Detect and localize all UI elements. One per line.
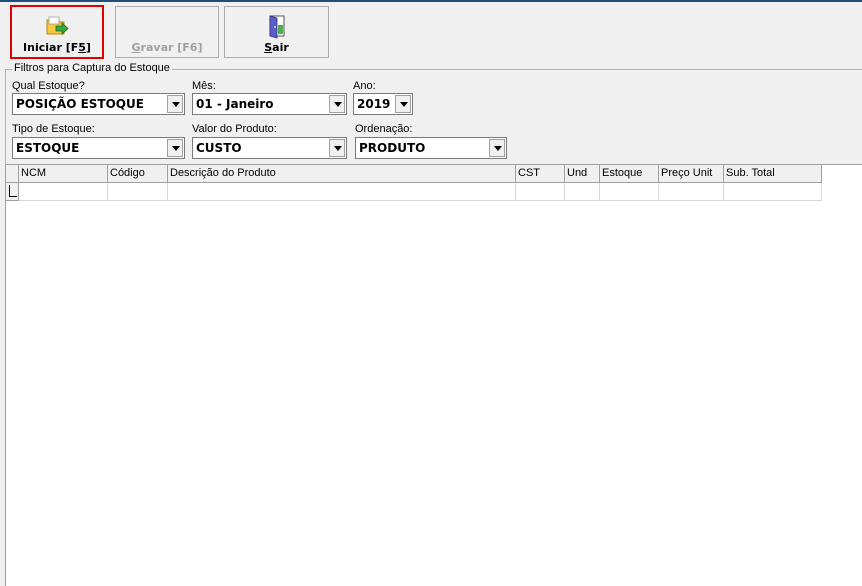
ordenacao-select[interactable]: PRODUTO [355, 137, 507, 159]
valor-produto-select[interactable]: CUSTO [192, 137, 347, 159]
iniciar-button[interactable]: Iniciar [F5] [10, 5, 104, 59]
cell-preco-unit[interactable] [659, 183, 724, 201]
door-exit-icon [269, 15, 284, 39]
ordenacao-label: Ordenação: [355, 123, 413, 135]
row-indicator [6, 183, 19, 201]
grid-header: NCM Código Descrição do Produto CST Und … [6, 165, 822, 183]
chevron-down-icon[interactable] [395, 95, 411, 113]
mes-value: 01 - Janeiro [196, 97, 274, 111]
cell-descricao[interactable] [168, 183, 516, 201]
folder-arrow-icon [46, 16, 69, 35]
sair-button[interactable]: Sair [224, 6, 329, 58]
filters-group-title: Filtros para Captura do Estoque [12, 62, 172, 74]
col-header-codigo[interactable]: Código [108, 165, 168, 183]
window-top-border [0, 0, 862, 2]
cell-codigo[interactable] [108, 183, 168, 201]
mes-select[interactable]: 01 - Janeiro [192, 93, 347, 115]
valor-produto-value: CUSTO [196, 141, 242, 155]
col-header-descricao[interactable]: Descrição do Produto [168, 165, 516, 183]
gravar-button[interactable]: Gravar [F6] [115, 6, 219, 58]
col-header-preco-unit[interactable]: Preço Unit [659, 165, 724, 183]
qual-estoque-value: POSIÇÃO ESTOQUE [16, 97, 144, 111]
cell-sub-total[interactable] [724, 183, 822, 201]
tipo-estoque-label: Tipo de Estoque: [12, 123, 95, 135]
ano-label: Ano: [353, 80, 376, 92]
chevron-down-icon[interactable] [329, 139, 345, 157]
col-header-ncm[interactable]: NCM [19, 165, 108, 183]
col-header-sub-total[interactable]: Sub. Total [724, 165, 822, 183]
ordenacao-value: PRODUTO [359, 141, 426, 155]
chevron-down-icon[interactable] [167, 139, 183, 157]
table-row[interactable] [6, 183, 822, 201]
cell-und[interactable] [565, 183, 600, 201]
iniciar-label: Iniciar [F5] [23, 41, 91, 54]
tipo-estoque-select[interactable]: ESTOQUE [12, 137, 185, 159]
gravar-label: Gravar [F6] [131, 41, 203, 54]
qual-estoque-label: Qual Estoque? [12, 80, 85, 92]
cell-ncm[interactable] [19, 183, 108, 201]
ano-select[interactable]: 2019 [353, 93, 413, 115]
col-header-cst[interactable]: CST [516, 165, 565, 183]
tipo-estoque-value: ESTOQUE [16, 141, 80, 155]
sair-label: Sair [264, 41, 289, 54]
mes-label: Mês: [192, 80, 216, 92]
qual-estoque-select[interactable]: POSIÇÃO ESTOQUE [12, 93, 185, 115]
col-header-estoque[interactable]: Estoque [600, 165, 659, 183]
ano-value: 2019 [357, 97, 391, 111]
stock-grid[interactable]: NCM Código Descrição do Produto CST Und … [5, 164, 862, 586]
cell-estoque[interactable] [600, 183, 659, 201]
valor-produto-label: Valor do Produto: [192, 123, 277, 135]
grid-corner [6, 165, 19, 183]
chevron-down-icon[interactable] [329, 95, 345, 113]
cell-cst[interactable] [516, 183, 565, 201]
col-header-und[interactable]: Und [565, 165, 600, 183]
chevron-down-icon[interactable] [167, 95, 183, 113]
chevron-down-icon[interactable] [489, 139, 505, 157]
